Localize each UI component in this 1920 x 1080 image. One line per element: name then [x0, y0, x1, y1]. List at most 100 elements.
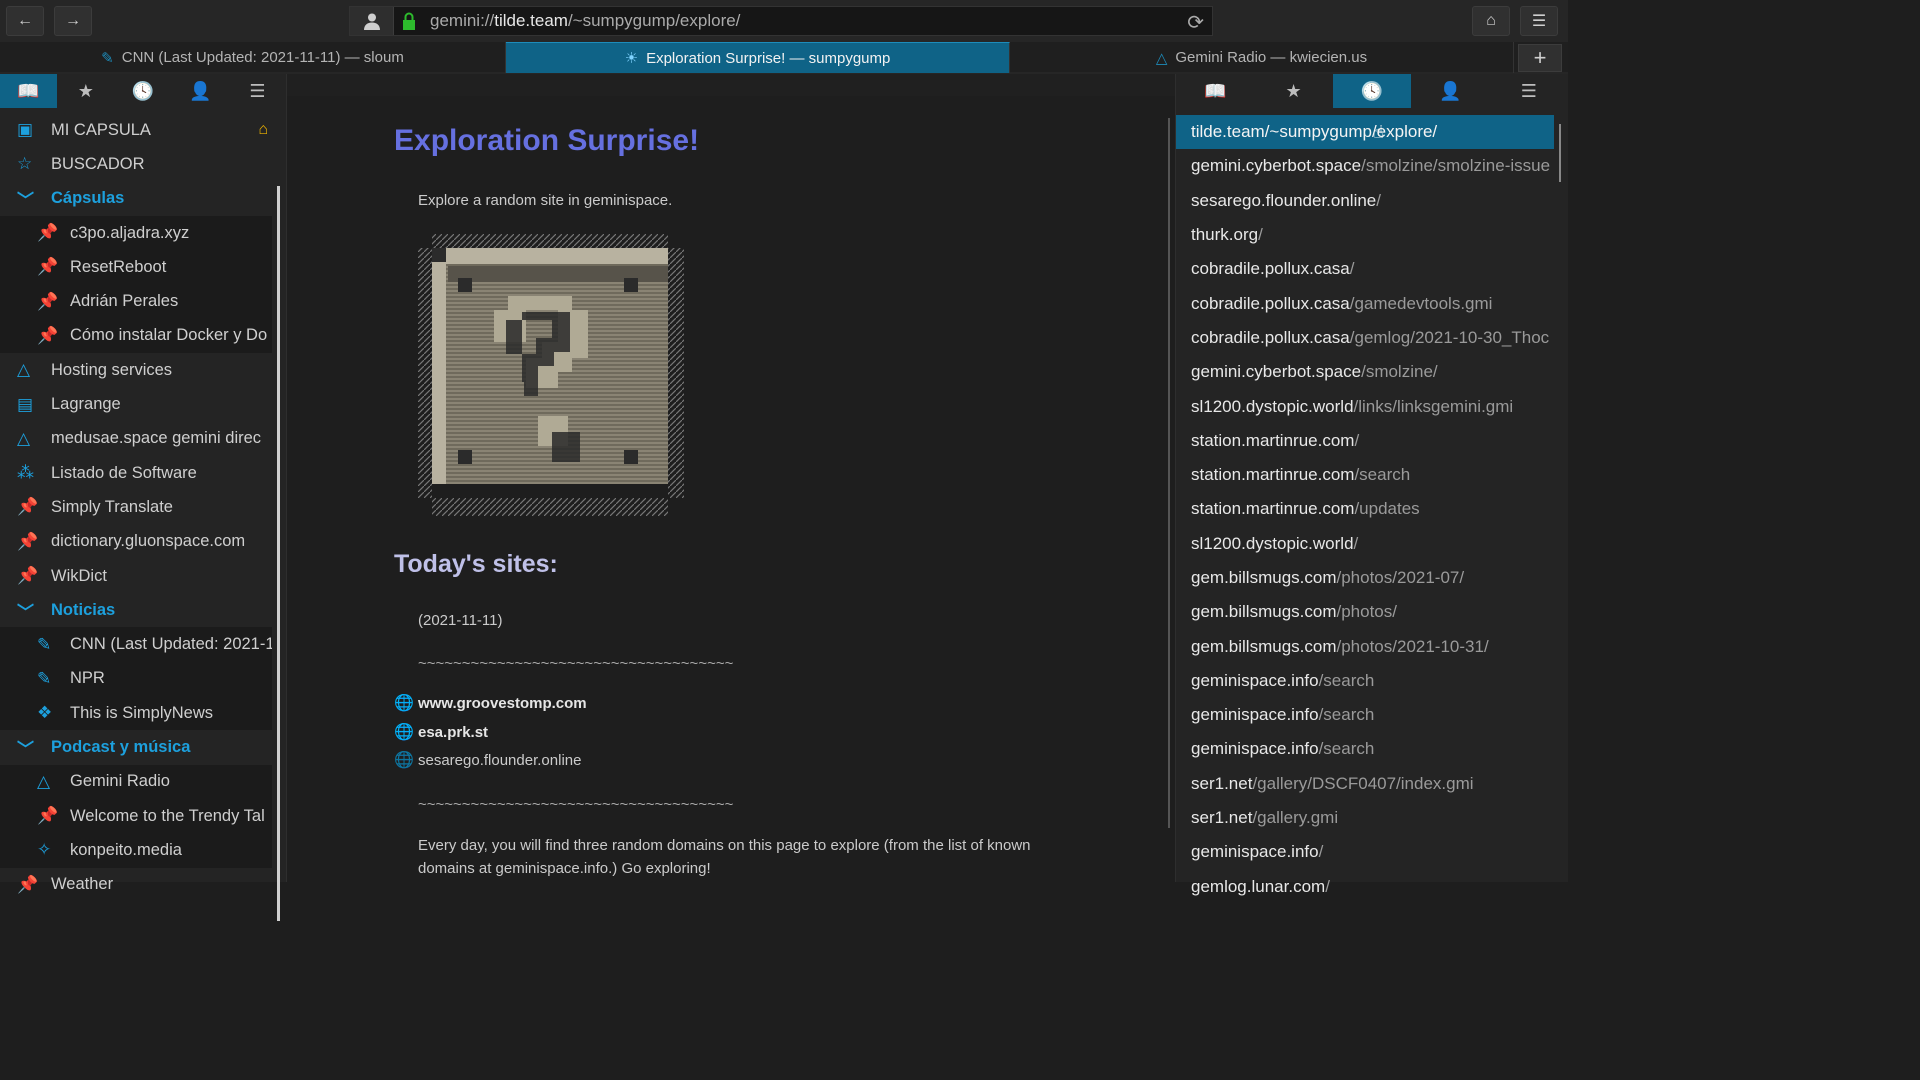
bookmark-item[interactable]: ▣ MI CAPSULA ⌂: [0, 113, 272, 147]
bookmark-item[interactable]: ✧ konpeito.media: [0, 833, 272, 868]
lock-icon[interactable]: [394, 12, 424, 30]
history-scrollbar[interactable]: [1559, 124, 1561, 182]
triangle-icon: △: [1155, 49, 1168, 67]
bookmark-icon: ✧: [37, 840, 52, 860]
history-item[interactable]: gem.billsmugs.com/photos/2021-07/: [1176, 561, 1554, 595]
outline-tab[interactable]: ☰: [229, 74, 286, 108]
history-item[interactable]: cobradile.pollux.casa /: [1176, 252, 1554, 286]
history-host: ser1.net: [1191, 808, 1253, 828]
tab-cnn[interactable]: ✎ CNN (Last Updated: 2021-11-11) — sloum: [0, 42, 506, 73]
chevron-down-icon: ﹀: [17, 739, 34, 759]
history-item[interactable]: thurk.org /: [1176, 218, 1554, 252]
tab-gemini-radio[interactable]: △ Gemini Radio — kwiecien.us: [1010, 42, 1514, 73]
separator-2: ~~~~~~~~~~~~~~~~~~~~~~~~~~~~~~~~~~~~: [418, 796, 734, 813]
feeds-tab[interactable]: ★: [1254, 74, 1332, 108]
history-path: /gallery.gmi: [1252, 808, 1339, 828]
bookmark-item[interactable]: 📌 c3po.aljadra.xyz: [0, 215, 272, 251]
new-tab-button[interactable]: +: [1518, 44, 1562, 72]
bookmarks-tab[interactable]: 📖: [1176, 74, 1254, 108]
menu-button[interactable]: ☰: [1520, 6, 1558, 36]
history-item[interactable]: gemini.cyberbot.space/smolzine/smolzine-…: [1176, 149, 1554, 183]
bookmark-item[interactable]: 📌 WikDict: [0, 559, 272, 593]
forward-button[interactable]: →: [54, 6, 92, 36]
mouse-pointer-icon: ☝: [1373, 122, 1384, 142]
history-item[interactable]: station.martinrue.com/updates: [1176, 492, 1554, 526]
history-item[interactable]: sl1200.dystopic.world/links/linksgemini.…: [1176, 389, 1554, 423]
history-item[interactable]: geminispace.info/search: [1176, 664, 1554, 698]
history-item[interactable]: sesarego.flounder.online /: [1176, 184, 1554, 218]
url-bar[interactable]: gemini://tilde.team/~sumpygump/explore/ …: [349, 6, 1213, 36]
history-tab[interactable]: 🕓: [1332, 74, 1412, 108]
bookmark-item[interactable]: ⁂ Listado de Software: [0, 456, 272, 490]
history-item[interactable]: sl1200.dystopic.world /: [1176, 527, 1554, 561]
history-item[interactable]: tilde.team/~sumpygump/explore/: [1176, 115, 1554, 150]
link-esa-prk[interactable]: 🌐 esa.prk.st: [394, 722, 488, 742]
bookmark-item[interactable]: 📌 Adrián Perales: [0, 284, 272, 319]
bookmark-icon: 📌: [37, 223, 59, 243]
bookmark-item[interactable]: 📌 Weather: [0, 868, 272, 902]
identity-button[interactable]: [350, 7, 394, 35]
history-path: /: [1318, 842, 1324, 862]
link-groovestomp[interactable]: 🌐 www.groovestomp.com: [394, 693, 587, 713]
identities-tab[interactable]: 👤: [172, 74, 229, 108]
bookmark-item[interactable]: 📌 Welcome to the Trendy Tal: [0, 798, 272, 834]
bookmark-item[interactable]: △ Gemini Radio: [0, 764, 272, 799]
bookmark-icon: △: [37, 771, 51, 791]
bookmark-label: ResetReboot: [70, 257, 167, 276]
list-icon: ☰: [249, 80, 266, 101]
history-item[interactable]: cobradile.pollux.casa/gamedevtools.gmi: [1176, 286, 1554, 320]
link-sesarego[interactable]: 🌐 sesarego.flounder.online: [394, 750, 581, 770]
bookmark-icon: 📌: [17, 874, 39, 894]
history-item[interactable]: gem.billsmugs.com/photos/: [1176, 595, 1554, 629]
history-item[interactable]: cobradile.pollux.casa/gemlog/2021-10-30_…: [1176, 321, 1554, 355]
history-item[interactable]: ser1.net/gallery.gmi: [1176, 801, 1554, 835]
book-icon: 📖: [1203, 80, 1227, 101]
history-item[interactable]: station.martinrue.com /: [1176, 424, 1554, 458]
url-text[interactable]: gemini://tilde.team/~sumpygump/explore/: [430, 11, 740, 31]
identities-tab[interactable]: 👤: [1411, 74, 1489, 108]
bookmark-item[interactable]: ☆ BUSCADOR: [0, 147, 272, 181]
bookmark-item[interactable]: △ medusae.space gemini direc: [0, 422, 272, 456]
list-icon: ☰: [1520, 80, 1537, 101]
history-item[interactable]: ser1.net/gallery/DSCF0407/index.gmi: [1176, 767, 1554, 801]
bookmark-item[interactable]: ❖ This is SimplyNews: [0, 696, 272, 731]
history-item[interactable]: gemini.cyberbot.space/smolzine/: [1176, 355, 1554, 389]
history-item[interactable]: gemlog.lunar.com /: [1176, 870, 1554, 904]
tab-bar: ✎ CNN (Last Updated: 2021-11-11) — sloum …: [0, 42, 1568, 74]
bookmark-folder[interactable]: ﹀ Noticias: [0, 593, 272, 627]
footer-text-2: domains at geminispace.info.) Go explori…: [418, 860, 711, 877]
bookmarks-tab[interactable]: 📖: [0, 74, 58, 108]
history-tab[interactable]: 🕓: [114, 74, 171, 108]
bookmark-item[interactable]: 📌 ResetReboot: [0, 250, 272, 285]
bookmark-label: WikDict: [51, 566, 107, 585]
history-item[interactable]: geminispace.info/search: [1176, 698, 1554, 732]
tab-exploration-surprise[interactable]: ☀ Exploration Surprise! — sumpygump: [506, 42, 1010, 73]
sidebar-scrollbar[interactable]: [277, 186, 280, 921]
bookmark-folder[interactable]: ﹀ Cápsulas: [0, 182, 272, 216]
history-item[interactable]: geminispace.info /: [1176, 835, 1554, 869]
bookmark-item[interactable]: △ Hosting services: [0, 353, 272, 387]
bookmark-item[interactable]: 📌 dictionary.gluonspace.com: [0, 525, 272, 559]
chevron-down-icon: ﹀: [17, 602, 34, 622]
history-item[interactable]: station.martinrue.com/search: [1176, 458, 1554, 492]
question-block-image: [418, 234, 684, 516]
back-button[interactable]: ←: [6, 6, 44, 36]
bookmark-item[interactable]: 📌 Cómo instalar Docker y Do: [0, 318, 272, 354]
bookmark-item[interactable]: ✎ NPR: [0, 661, 272, 697]
history-path: /search: [1318, 670, 1375, 690]
bookmark-item[interactable]: 📌 Simply Translate: [0, 490, 272, 524]
feeds-tab[interactable]: ★: [57, 74, 114, 108]
page-content: Exploration Surprise! Explore a random s…: [287, 74, 1175, 882]
history-path: /smolzine/smolzine-issue: [1361, 156, 1551, 176]
history-item[interactable]: geminispace.info/search: [1176, 732, 1554, 766]
bookmark-item[interactable]: ✎ CNN (Last Updated: 2021-1: [0, 627, 272, 662]
home-button[interactable]: ⌂: [1472, 6, 1510, 36]
content-scrollbar[interactable]: [1168, 118, 1170, 828]
history-host: gemini.cyberbot.space: [1191, 362, 1362, 382]
history-path: /gamedevtools.gmi: [1349, 293, 1493, 313]
history-item[interactable]: gem.billsmugs.com/photos/2021-10-31/: [1176, 629, 1554, 663]
reload-icon[interactable]: ⟳: [1187, 10, 1204, 35]
bookmark-item[interactable]: ▤ Lagrange: [0, 387, 272, 421]
bookmark-folder[interactable]: ﹀ Podcast y música: [0, 730, 272, 764]
outline-tab[interactable]: ☰: [1490, 74, 1568, 108]
